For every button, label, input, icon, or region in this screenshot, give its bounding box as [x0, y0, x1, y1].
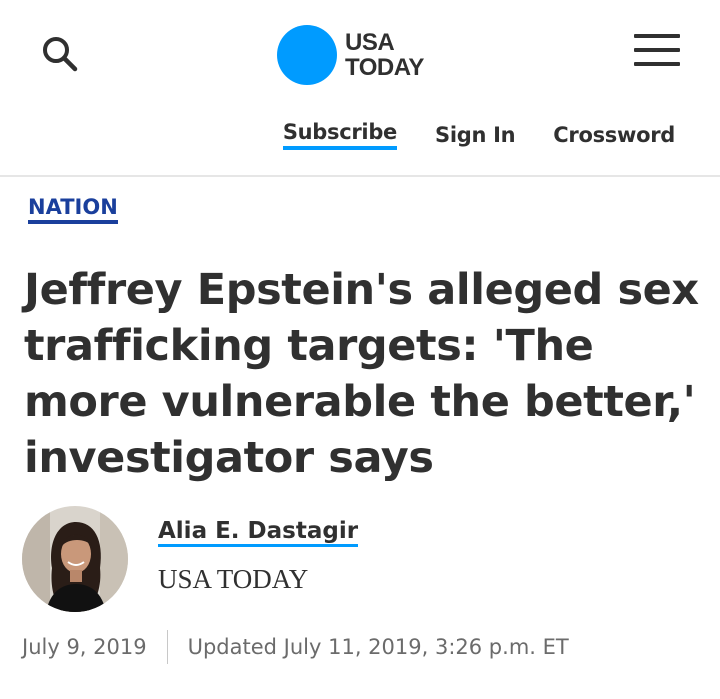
usa-today-logo[interactable]: USA TODAY	[277, 24, 424, 86]
author-photo	[22, 506, 128, 612]
section-tag[interactable]: NATION	[28, 195, 118, 224]
article-headline: Jeffrey Epstein's alleged sex traffickin…	[24, 265, 699, 483]
menu-line	[634, 62, 680, 66]
subscribe-link[interactable]: Subscribe	[282, 120, 397, 150]
sign-in-link[interactable]: Sign In	[435, 123, 516, 147]
search-button[interactable]	[36, 30, 86, 80]
menu-line	[634, 34, 680, 38]
crossword-link[interactable]: Crossword	[553, 123, 675, 147]
published-date: July 9, 2019	[22, 635, 147, 659]
author-avatar[interactable]	[22, 506, 128, 612]
site-header: USA TODAY Subscribe Sign In Crossword	[0, 0, 720, 177]
author-organization: USA TODAY	[158, 564, 309, 594]
logo-text: USA TODAY	[345, 29, 424, 81]
author-name-link[interactable]: Alia E. Dastagir	[158, 518, 359, 547]
menu-line	[634, 48, 680, 52]
page: USA TODAY Subscribe Sign In Crossword NA…	[0, 0, 720, 699]
date-divider	[166, 630, 168, 664]
search-icon	[43, 37, 78, 72]
top-nav: Subscribe Sign In Crossword	[282, 120, 675, 150]
hamburger-menu-icon[interactable]	[634, 34, 680, 74]
article-dates: July 9, 2019 Updated July 11, 2019, 3:26…	[22, 630, 569, 664]
updated-date: Updated July 11, 2019, 3:26 p.m. ET	[187, 635, 569, 659]
logo-circle	[277, 25, 337, 85]
